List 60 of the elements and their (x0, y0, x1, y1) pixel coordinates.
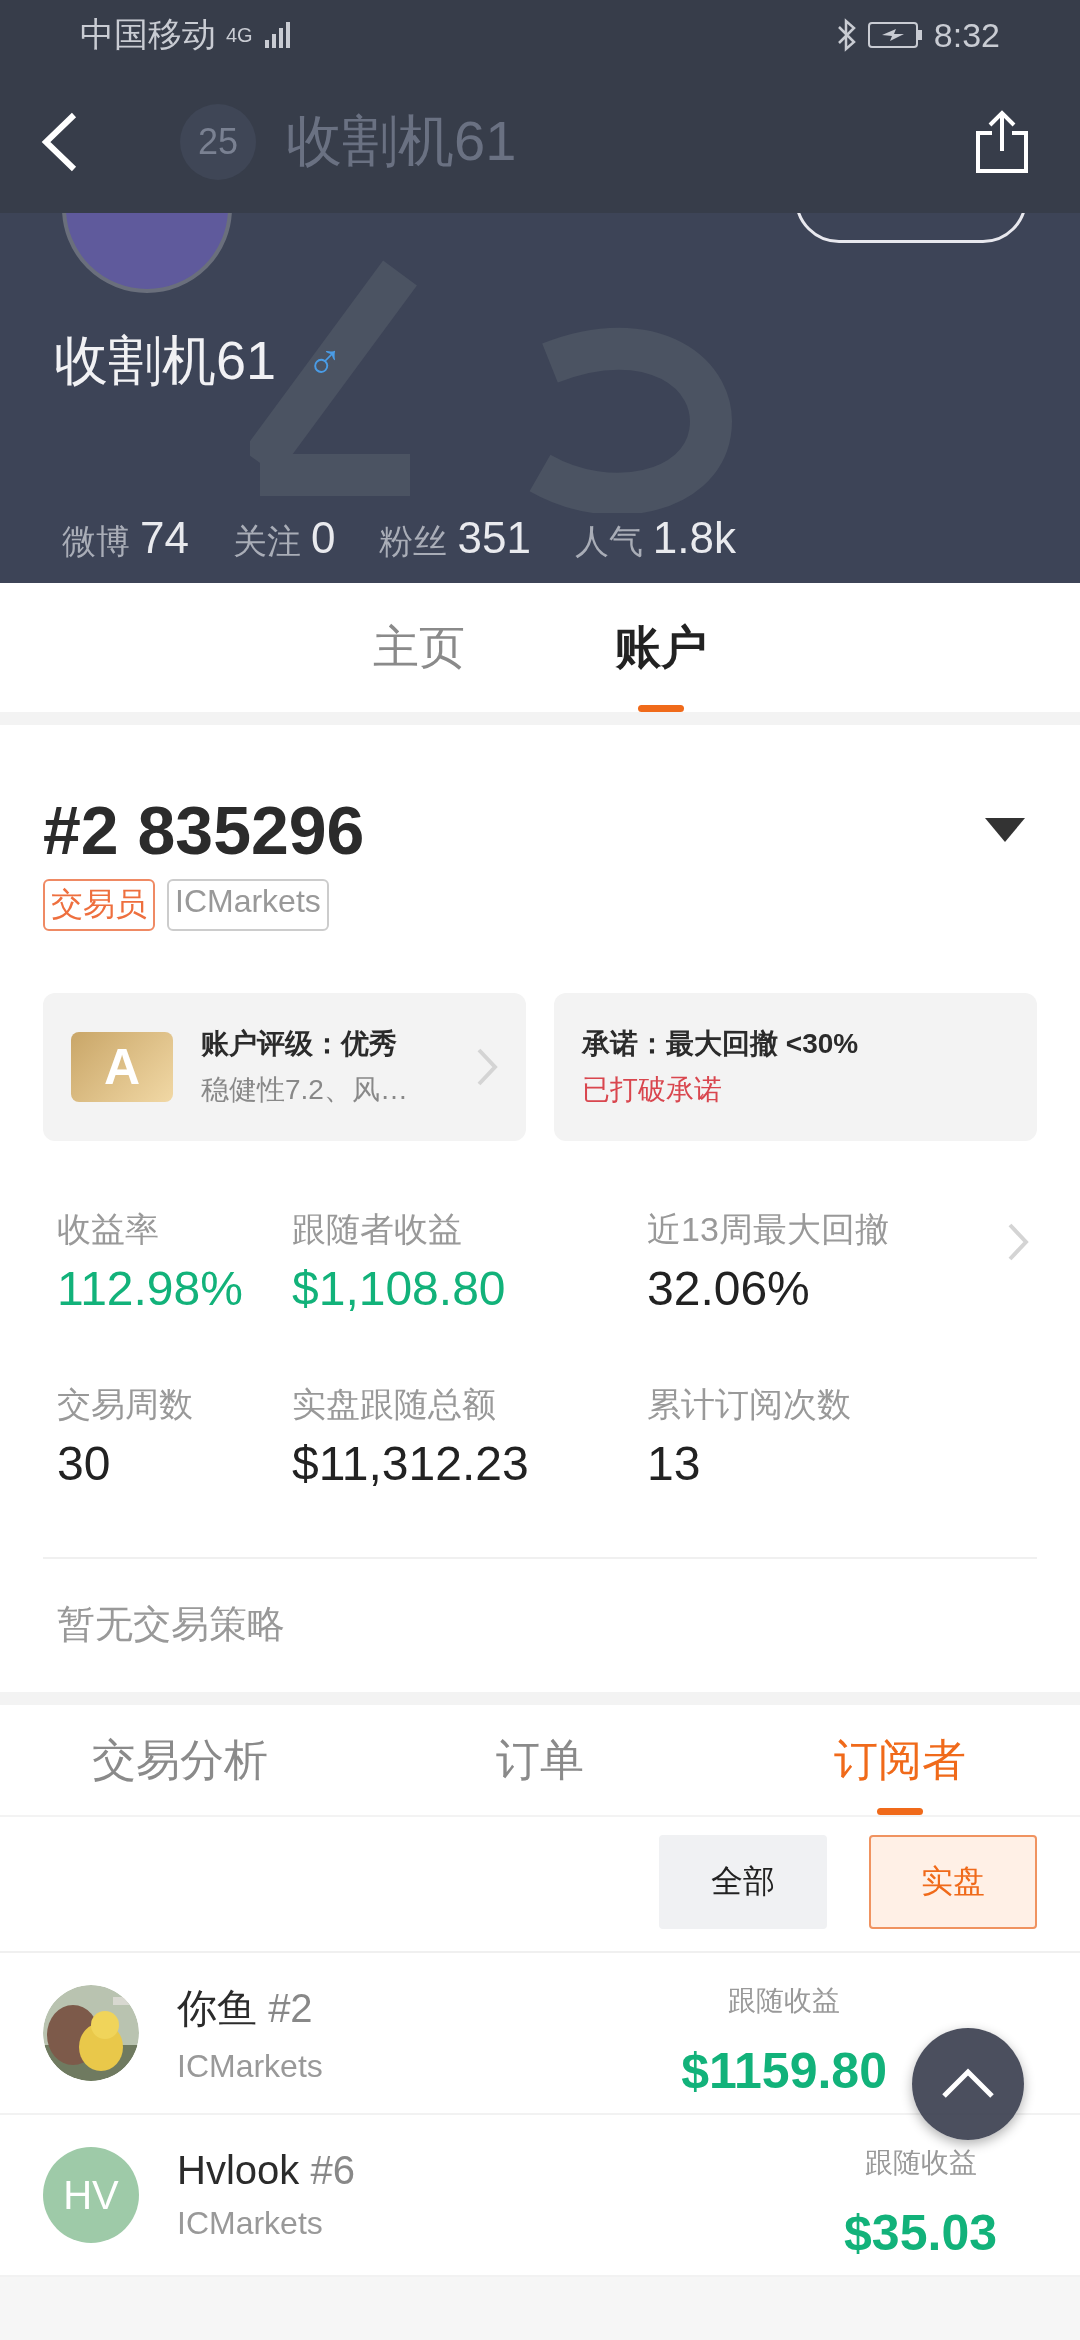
metric-label: 交易周数 (57, 1384, 193, 1425)
metric-value: 112.98% (57, 1261, 243, 1316)
card-subtitle: 稳健性7.2、风… (201, 1073, 409, 1107)
account-number: #2 835296 (43, 791, 365, 869)
rating-card[interactable]: A 账户评级：优秀 稳健性7.2、风… (43, 993, 526, 1141)
stat-label: 关注 (232, 521, 301, 562)
carrier-name: 中国移动 (80, 14, 216, 55)
card-title: 账户评级：优秀 (201, 1027, 398, 1061)
gender-symbol: ♂ (306, 332, 344, 391)
clock: 8:32 (933, 15, 1000, 55)
metric-value: 13 (647, 1436, 701, 1491)
profit-value: $1159.80 (681, 2042, 887, 2100)
share-icon[interactable] (974, 108, 1030, 175)
profile-name: 收割机61 (54, 329, 277, 392)
stat-value: 1.8k (652, 513, 737, 563)
profit-label: 跟随收益 (728, 1984, 841, 2018)
nav-title: 收割机61 (286, 107, 518, 174)
chevron-up-icon (940, 2068, 996, 2100)
metric-label: 近13周最大回撤 (647, 1209, 889, 1250)
dropdown-icon[interactable] (985, 818, 1025, 842)
metric-label: 收益率 (57, 1209, 159, 1250)
metric-label: 跟随者收益 (292, 1209, 462, 1250)
bluetooth-icon (835, 18, 858, 52)
stat-label: 人气 (574, 521, 643, 562)
card-title: 承诺：最大回撤 <30% (582, 1027, 860, 1061)
metric-value: $11,312.23 (292, 1436, 529, 1491)
tab[interactable]: 主页 (333, 583, 505, 712)
avatar-badge: 25 (180, 103, 256, 180)
tab[interactable]: 交易分析 (0, 1705, 360, 1815)
broker-name: ICMarkets (177, 2205, 324, 2242)
chevron-icon (476, 1047, 498, 1087)
stat-value: 74 (140, 513, 189, 563)
profit-value: $35.03 (844, 2204, 997, 2262)
tag: 交易员 (43, 879, 155, 931)
metric-label: 累计订阅次数 (647, 1384, 851, 1425)
profit-label: 跟随收益 (864, 2146, 977, 2180)
signal-icon (262, 20, 293, 50)
metric-value: 32.06% (647, 1261, 810, 1316)
subscriber-name: Hvlook #6 (177, 2148, 356, 2193)
metric-value: $1,108.80 (292, 1261, 506, 1316)
subscriber-name: 你鱼 #2 (177, 1985, 314, 2032)
stat-value: 351 (457, 513, 531, 563)
tab[interactable]: 订阅者 (720, 1705, 1080, 1815)
tab[interactable]: 账户 (575, 583, 747, 712)
avatar: HV (43, 2147, 139, 2243)
stat-label: 粉丝 (379, 521, 448, 562)
metric-value: 30 (57, 1436, 111, 1491)
promise-status: 已打破承诺 (582, 1073, 723, 1107)
tab[interactable]: 订单 (360, 1705, 720, 1815)
strategy-text: 暂无交易策略 (43, 1557, 1037, 1692)
filter-button[interactable]: 实盘 (869, 1835, 1037, 1929)
grade-badge: A (71, 1032, 173, 1102)
stat-label: 微博 (62, 521, 130, 562)
battery-icon (867, 21, 924, 49)
filter-button[interactable]: 全部 (659, 1835, 827, 1929)
stat-value: 0 (310, 513, 336, 563)
metric-label: 实盘跟随总额 (292, 1384, 496, 1425)
broker-name: ICMarkets (177, 2048, 324, 2085)
network-label: 4G (226, 25, 253, 45)
tag: ICMarkets (167, 879, 329, 931)
